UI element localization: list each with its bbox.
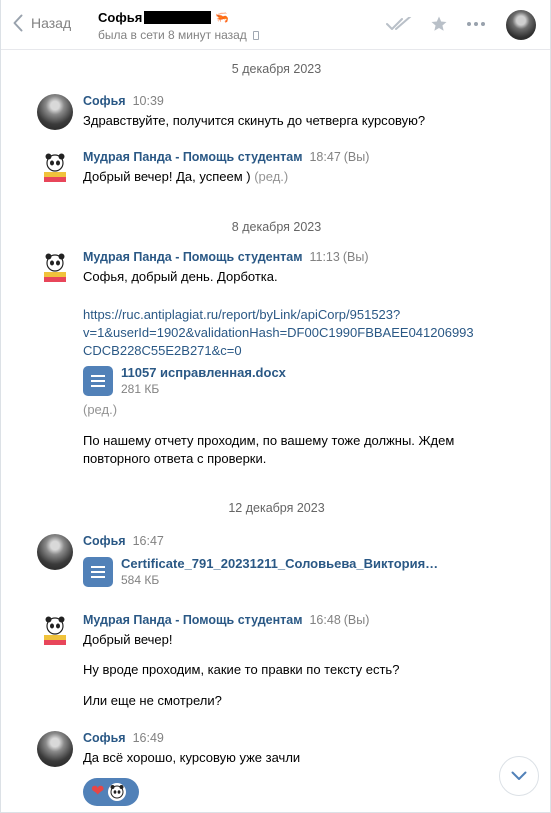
document-icon[interactable] xyxy=(83,556,113,587)
peer-status-text: была в сети 8 минут назад xyxy=(98,28,247,42)
link-line[interactable]: https://ruc.antiplagiat.ru/report/byLink… xyxy=(83,306,513,324)
message-time[interactable]: 16:47 xyxy=(133,534,164,548)
message-text: Или еще не смотрели? xyxy=(83,693,222,708)
redacted-block xyxy=(144,10,212,24)
link-line[interactable]: CDCB228C55E2B271&c=0 xyxy=(83,342,513,360)
peer-info[interactable]: Софья 🦐 была в сети 8 минут назад xyxy=(98,9,259,42)
document-name[interactable]: 11057 исправленная.docx xyxy=(121,365,286,380)
peer-name: Софья xyxy=(98,9,143,25)
date-separator: 12 декабря 2023 xyxy=(228,501,325,515)
panda-logo-icon xyxy=(44,616,66,645)
message-text-content: Добрый вечер! Да, успеем ) xyxy=(83,169,251,184)
avatar[interactable] xyxy=(37,150,73,186)
more-icon[interactable] xyxy=(466,21,486,27)
header-actions xyxy=(386,15,486,33)
chevron-left-icon xyxy=(13,14,23,32)
avatar[interactable] xyxy=(37,534,73,570)
message-text-line: повторного ответа с проверки. xyxy=(83,451,267,466)
panda-face-icon xyxy=(110,785,124,799)
message-time[interactable]: 18:47 xyxy=(309,150,340,164)
message-time[interactable]: 16:48 xyxy=(309,613,340,627)
message-text: Добрый вечер! Да, успеем ) (ред.) xyxy=(83,168,513,186)
avatar[interactable] xyxy=(37,94,73,130)
message-time[interactable]: 10:39 xyxy=(133,94,164,108)
peer-status: была в сети 8 минут назад xyxy=(98,28,259,42)
document-name[interactable]: Certificate_791_20231211_Соловьева_Викто… xyxy=(121,556,441,571)
reactions-badge[interactable]: ❤ xyxy=(83,778,139,806)
avatar[interactable] xyxy=(37,613,73,649)
message-text: По нашему отчету проходим, по вашему тож… xyxy=(83,432,513,468)
chat-window: Назад Софья 🦐 была в сети 8 минут назад … xyxy=(0,0,551,813)
message-time[interactable]: 16:49 xyxy=(133,731,164,745)
panda-logo-icon xyxy=(44,153,66,182)
link-line[interactable]: v=1&userId=1902&validationHash=DF00C1990… xyxy=(83,324,513,342)
edited-label[interactable]: (ред.) xyxy=(83,401,513,419)
peer-avatar[interactable] xyxy=(506,10,536,40)
back-label: Назад xyxy=(31,15,72,31)
chat-header: Назад Софья 🦐 была в сети 8 минут назад xyxy=(1,0,550,50)
message-text-line: По нашему отчету проходим, по вашему тож… xyxy=(83,433,455,448)
message-text: Да всё хорошо, курсовую уже зачли xyxy=(83,750,301,765)
author-name[interactable]: Мудрая Панда - Помощь студентам xyxy=(83,250,302,264)
scroll-down-button[interactable] xyxy=(499,756,539,796)
author-name[interactable]: Софья xyxy=(83,534,126,548)
message-text: Здравствуйте, получится скинуть до четве… xyxy=(83,113,426,128)
author-name[interactable]: Софья xyxy=(83,731,126,745)
message-text: Ну вроде проходим, какие то правки по те… xyxy=(83,662,400,677)
avatar[interactable] xyxy=(37,250,73,286)
report-link[interactable]: https://ruc.antiplagiat.ru/report/byLink… xyxy=(83,306,513,360)
edited-label[interactable]: (ред.) xyxy=(254,169,288,184)
heart-reaction[interactable]: ❤ xyxy=(91,784,104,800)
avatar[interactable] xyxy=(37,731,73,767)
reactor-avatar xyxy=(108,783,127,801)
document-attachment[interactable]: 11057 исправленная.docx 281 КБ xyxy=(83,365,286,396)
author-name[interactable]: Мудрая Панда - Помощь студентам xyxy=(83,150,302,164)
document-size: 584 КБ xyxy=(121,573,160,587)
you-label: (Вы) xyxy=(343,150,370,164)
document-attachment[interactable]: Certificate_791_20231211_Соловьева_Викто… xyxy=(83,556,441,587)
double-check-icon[interactable] xyxy=(386,17,412,31)
document-size: 281 КБ xyxy=(121,382,160,396)
mobile-icon xyxy=(252,30,259,40)
message-text: Софья, добрый день. Дорботка. xyxy=(83,269,278,284)
message-text: Добрый вечер! xyxy=(83,632,173,647)
you-label: (Вы) xyxy=(342,250,369,264)
author-name[interactable]: Мудрая Панда - Помощь студентам xyxy=(83,613,302,627)
back-button[interactable]: Назад xyxy=(13,14,71,32)
date-separator: 5 декабря 2023 xyxy=(231,62,322,76)
chevron-down-icon xyxy=(511,771,527,780)
date-separator: 8 декабря 2023 xyxy=(231,220,322,234)
peer-emoji: 🦐 xyxy=(215,11,229,24)
document-icon[interactable] xyxy=(83,365,113,396)
panda-logo-icon xyxy=(44,253,66,282)
you-label: (Вы) xyxy=(343,613,370,627)
author-name[interactable]: Софья xyxy=(83,94,126,108)
star-icon[interactable] xyxy=(430,15,448,33)
message-time[interactable]: 11:13 xyxy=(309,250,339,264)
